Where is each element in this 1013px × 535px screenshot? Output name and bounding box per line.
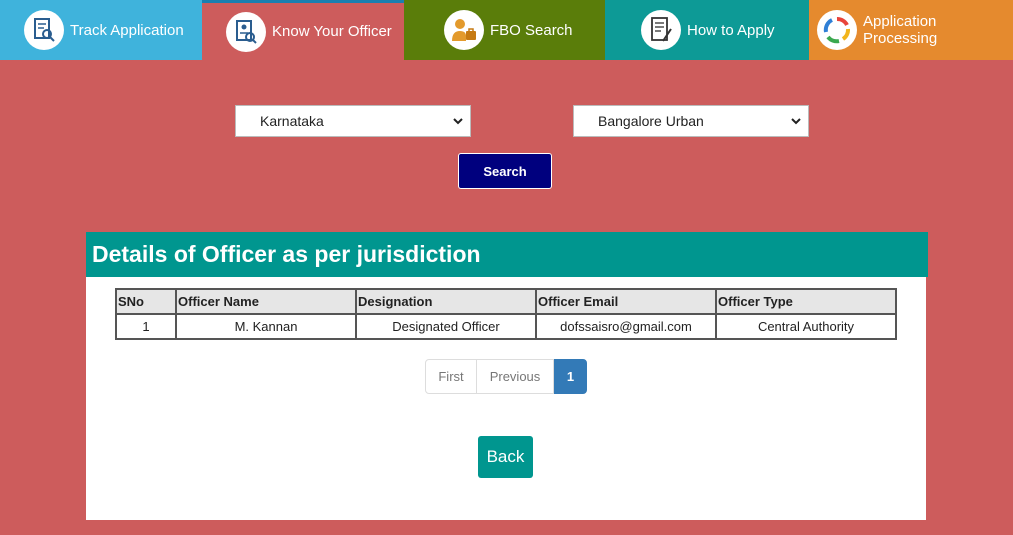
state-select-value: Karnataka <box>260 113 324 129</box>
pagination-first[interactable]: First <box>425 359 477 394</box>
tab-label: How to Apply <box>687 21 775 39</box>
tab-label: Know Your Officer <box>272 23 392 40</box>
pagination-previous[interactable]: Previous <box>477 359 554 394</box>
tab-know-your-officer[interactable]: Know Your Officer <box>202 0 404 60</box>
district-select[interactable]: Bangalore Urban <box>573 105 809 137</box>
state-select[interactable]: Karnataka <box>235 105 471 137</box>
cell-sno: 1 <box>115 313 177 340</box>
panel-title: Details of Officer as per jurisdiction <box>86 232 928 277</box>
cell-officer-email: dofssaisro@gmail.com <box>535 313 717 340</box>
form-pen-icon <box>641 10 681 50</box>
table-row: 1 M. Kannan Designated Officer dofssaisr… <box>115 313 897 340</box>
chevron-down-icon <box>452 114 464 130</box>
cell-officer-name: M. Kannan <box>175 313 357 340</box>
search-button[interactable]: Search <box>458 153 552 189</box>
column-header-officer-name: Officer Name <box>175 288 357 315</box>
column-header-officer-email: Officer Email <box>535 288 717 315</box>
tab-fbo-search[interactable]: FBO Search <box>404 0 605 60</box>
column-header-designation: Designation <box>355 288 537 315</box>
cell-officer-type: Central Authority <box>715 313 897 340</box>
top-nav: Track Application Know Your Officer FBO … <box>0 0 1013 60</box>
back-button[interactable]: Back <box>478 436 533 478</box>
officer-table: SNo Officer Name Designation Officer Ema… <box>115 288 897 340</box>
column-header-officer-type: Officer Type <box>715 288 897 315</box>
tab-label: FBO Search <box>490 21 573 39</box>
tab-track-application[interactable]: Track Application <box>0 0 202 60</box>
cycle-icon <box>817 10 857 50</box>
pagination-page-current[interactable]: 1 <box>554 359 587 394</box>
business-person-icon <box>444 10 484 50</box>
tab-application-processing[interactable]: Application Processing <box>809 0 1013 60</box>
cell-designation: Designated Officer <box>355 313 537 340</box>
tab-how-to-apply[interactable]: How to Apply <box>605 0 809 60</box>
officer-document-icon <box>226 11 266 52</box>
chevron-down-icon <box>790 114 802 130</box>
tab-label: Track Application <box>70 21 184 39</box>
column-header-sno: SNo <box>115 288 177 315</box>
district-select-value: Bangalore Urban <box>598 113 704 129</box>
pagination: First Previous 1 <box>425 359 587 394</box>
tab-label: Application Processing <box>863 13 938 47</box>
document-search-icon <box>24 10 64 50</box>
